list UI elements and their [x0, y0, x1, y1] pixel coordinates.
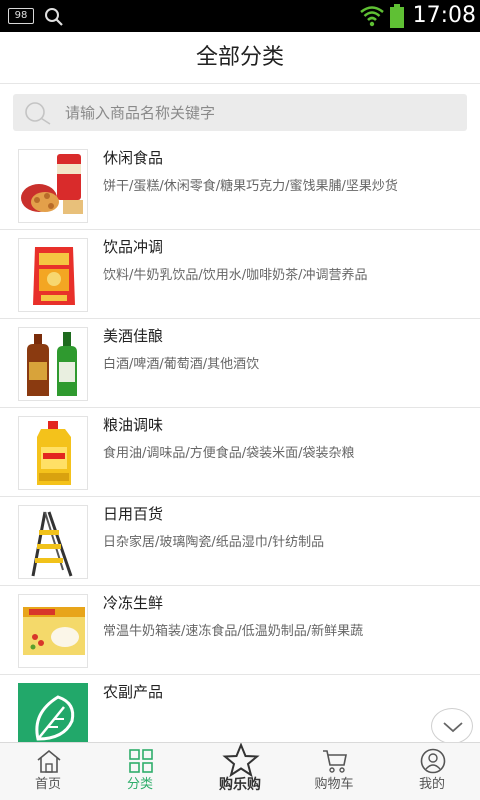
category-title: 农副产品 [103, 683, 164, 701]
tab-categories[interactable]: 分类 [92, 743, 188, 800]
category-subtitle: 日杂家居/玻璃陶瓷/纸品湿巾/针纺制品 [103, 535, 325, 550]
category-item-snacks[interactable]: 休闲食品 饼干/蛋糕/休闲零食/糖果巧克力/蜜饯果脯/坚果炒货 [0, 141, 480, 230]
scroll-down-button[interactable] [431, 708, 473, 744]
tab-label: 购物车 [314, 777, 354, 792]
tab-promotions[interactable]: 购乐购 [192, 743, 288, 800]
page-title: 全部分类 [195, 45, 284, 70]
chevron-down-icon [443, 722, 463, 733]
category-thumbnail-grain-oil [18, 416, 88, 490]
category-title: 美酒佳酿 [103, 327, 164, 345]
search-bar[interactable] [13, 94, 467, 131]
wifi-icon [360, 6, 384, 27]
notification-badge: 98 [8, 8, 34, 24]
category-item-daily-goods[interactable]: 日用百货 日杂家居/玻璃陶瓷/纸品湿巾/针纺制品 [0, 497, 480, 586]
category-thumbnail-drinks [18, 238, 88, 312]
tab-label: 首页 [34, 777, 61, 792]
category-subtitle: 常温牛奶箱装/速冻食品/低温奶制品/新鲜果蔬 [103, 624, 364, 639]
tab-home[interactable]: 首页 [0, 743, 96, 800]
user-icon [420, 748, 446, 774]
tab-label: 我的 [418, 777, 445, 792]
grid-icon [129, 749, 153, 773]
category-title: 粮油调味 [103, 416, 164, 434]
category-subtitle: 白酒/啤酒/葡萄酒/其他酒饮 [103, 357, 260, 372]
tab-cart[interactable]: 购物车 [286, 743, 382, 800]
status-search-icon [45, 8, 63, 26]
category-subtitle: 饼干/蛋糕/休闲零食/糖果巧克力/蜜饯果脯/坚果炒货 [103, 179, 398, 194]
clock: 17:08 [412, 3, 476, 28]
home-icon [37, 749, 61, 773]
category-title: 日用百货 [103, 505, 164, 523]
tab-label: 分类 [126, 777, 153, 792]
category-subtitle: 饮料/牛奶乳饮品/饮用水/咖啡奶茶/冲调营养品 [103, 268, 368, 283]
bottom-tab-bar: 首页 分类 购乐购 购物车 我的 [0, 742, 480, 800]
status-bar: 98 17:08 [0, 0, 480, 32]
search-input[interactable] [65, 94, 455, 131]
search-icon [25, 102, 51, 125]
page-header: 全部分类 [0, 32, 480, 84]
category-thumbnail-liquor [18, 327, 88, 401]
category-subtitle: 食用油/调味品/方便食品/袋装米面/袋装杂粮 [103, 446, 355, 461]
category-thumbnail-frozen-fresh [18, 594, 88, 668]
category-item-drinks[interactable]: 饮品冲调 饮料/牛奶乳饮品/饮用水/咖啡奶茶/冲调营养品 [0, 230, 480, 319]
category-title: 冷冻生鲜 [103, 594, 164, 612]
tab-profile[interactable]: 我的 [384, 743, 480, 800]
category-item-liquor[interactable]: 美酒佳酿 白酒/啤酒/葡萄酒/其他酒饮 [0, 319, 480, 408]
category-title: 休闲食品 [103, 149, 164, 167]
category-item-frozen-fresh[interactable]: 冷冻生鲜 常温牛奶箱装/速冻食品/低温奶制品/新鲜果蔬 [0, 586, 480, 675]
category-thumbnail-snacks [18, 149, 88, 223]
category-title: 饮品冲调 [103, 238, 164, 256]
category-item-grain-oil[interactable]: 粮油调味 食用油/调味品/方便食品/袋装米面/袋装杂粮 [0, 408, 480, 497]
tab-label: 购乐购 [219, 777, 261, 793]
battery-icon [390, 4, 404, 28]
category-thumbnail-daily-goods [18, 505, 88, 579]
star-icon [222, 743, 260, 777]
cart-icon [323, 750, 347, 773]
